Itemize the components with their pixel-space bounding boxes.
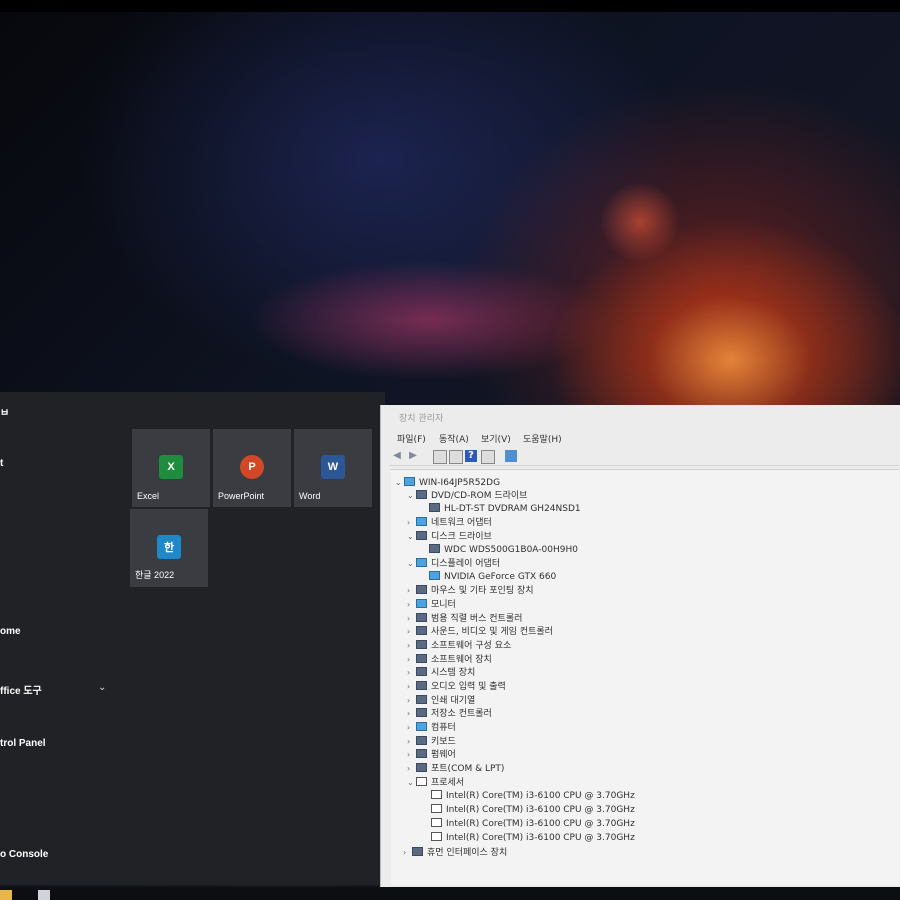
chevron-down-icon[interactable]: ⌄ [98,682,106,693]
tile-powerpoint[interactable]: P PowerPoint [213,429,291,507]
menu-bar: 파일(F) 동작(A) 보기(V) 도움말(H) [381,429,900,445]
tile-label: Excel [137,491,160,501]
tree-node[interactable]: › 사운드, 비디오 및 게임 컨트롤러 [407,625,553,638]
processor-icon [431,818,442,827]
tree-node[interactable]: › 오디오 입력 및 출력 [407,680,506,693]
tree-node[interactable]: › 포트(COM & LPT) [407,762,504,775]
powerpoint-icon: P [240,455,264,479]
tree-node[interactable]: › 컴퓨터 [407,721,456,734]
printer-icon [416,695,427,704]
keyboard-icon [416,736,427,745]
tree-node[interactable]: › 휴먼 인터페이스 장치 [403,846,507,859]
tree-node[interactable]: › 인쇄 대기열 [407,694,475,707]
computer-icon [416,722,427,731]
help-icon[interactable]: ? [465,450,477,462]
tile-hangul[interactable]: 한 한글 2022 [130,509,208,587]
word-icon: W [321,455,345,479]
menu-file[interactable]: 파일(F) [397,432,426,445]
tree-node[interactable]: › 소프트웨어 구성 요소 [407,639,511,652]
tree-node[interactable]: › 범용 직렬 버스 컨트롤러 [407,612,522,625]
tile-word[interactable]: W Word [294,429,372,507]
sound-icon [416,626,427,635]
dvd-drive-icon [416,490,427,499]
menu-action[interactable]: 동작(A) [439,432,469,445]
monitor-scan-icon[interactable] [505,450,517,462]
display-adapter-icon [429,571,440,580]
tile-label: 한글 2022 [135,570,175,580]
tree-node[interactable]: Intel(R) Core(TM) i3-6100 CPU @ 3.70GHz [431,790,635,803]
tree-node[interactable]: › 시스템 장치 [407,666,475,679]
back-arrow-icon[interactable]: ◀ [391,450,403,462]
start-menu: ㅂ t ome ffice 도구 trol Panel o Console X … [0,392,385,885]
firmware-icon [416,749,427,758]
tile-label: PowerPoint [218,491,265,501]
disk-drive-icon [429,544,440,553]
display-adapter-icon [416,558,427,567]
window-title: 장치 관리자 [399,414,444,424]
processor-icon [431,832,442,841]
menu-view[interactable]: 보기(V) [481,432,511,445]
computer-icon [404,477,415,486]
tree-node[interactable]: › 모니터 [407,598,456,611]
processor-icon [416,777,427,786]
tree-node[interactable]: ⌄ 디스크 드라이브 [407,530,492,543]
processor-icon [431,804,442,813]
forward-arrow-icon[interactable]: ▶ [407,450,419,462]
tree-node[interactable]: ⌄ WIN-I64JP5R52DG [395,476,500,489]
taskbar-app-icon[interactable] [38,890,50,900]
tree-node[interactable]: ⌄ DVD/CD-ROM 드라이브 [407,489,527,502]
dvd-drive-icon [429,503,440,512]
storage-controller-icon [416,708,427,717]
tree-view-icon[interactable] [449,450,463,464]
start-list-item-office-tools[interactable]: ffice 도구 [0,682,42,697]
software-component-icon [416,640,427,649]
tree-node[interactable]: NVIDIA GeForce GTX 660 [429,571,556,584]
monitor-bezel [0,0,900,12]
tree-node[interactable]: ⌄ 디스플레이 어댑터 [407,557,500,570]
properties-icon[interactable] [433,450,447,464]
tree-node[interactable]: Intel(R) Core(TM) i3-6100 CPU @ 3.70GHz [431,832,635,845]
port-icon [416,763,427,772]
disk-drive-icon [416,531,427,540]
tree-node[interactable]: Intel(R) Core(TM) i3-6100 CPU @ 3.70GHz [431,818,635,831]
start-list-item-control-panel[interactable]: trol Panel [0,738,46,749]
start-list-item[interactable]: ㅂ [0,404,9,419]
tile-label: Word [299,491,321,501]
tree-node[interactable]: › 네트워크 어댑터 [407,516,492,529]
file-explorer-icon[interactable] [0,890,12,900]
tree-node[interactable]: › 키보드 [407,735,456,748]
system-device-icon [416,667,427,676]
tree-node[interactable]: › 소프트웨어 장치 [407,653,492,666]
monitor-icon [416,599,427,608]
hangul-icon: 한 [157,535,181,559]
hid-icon [412,847,423,856]
mouse-icon [416,585,427,594]
menu-help[interactable]: 도움말(H) [523,432,562,445]
tree-node[interactable]: WDC WDS500G1B0A-00H9H0 [429,544,578,557]
tree-node[interactable]: ⌄ 프로세서 [407,776,464,789]
usb-icon [416,613,427,622]
start-list-item-console[interactable]: o Console [0,849,48,860]
device-manager-window: 장치 관리자 파일(F) 동작(A) 보기(V) 도움말(H) ◀ ▶ ? ⌄ W… [380,405,900,887]
tile-excel[interactable]: X Excel [132,429,210,507]
toolbar: ◀ ▶ ? [389,449,899,466]
tree-node[interactable]: Intel(R) Core(TM) i3-6100 CPU @ 3.70GHz [431,804,635,817]
start-list-item[interactable]: t [0,458,3,469]
software-device-icon [416,654,427,663]
tree-node[interactable]: › 마우스 및 기타 포인팅 장치 [407,584,534,597]
start-list-item-chrome[interactable]: ome [0,626,21,637]
network-adapter-icon [416,517,427,526]
taskbar [0,887,900,900]
tree-node[interactable]: HL-DT-ST DVDRAM GH24NSD1 [429,503,581,516]
tree-node[interactable]: › 저장소 컨트롤러 [407,707,492,720]
device-tree: ⌄ WIN-I64JP5R52DG ⌄ DVD/CD-ROM 드라이브 HL-DT-… [391,469,899,885]
tree-node[interactable]: › 펌웨어 [407,748,456,761]
list-view-icon[interactable] [481,450,495,464]
audio-icon [416,681,427,690]
excel-icon: X [159,455,183,479]
processor-icon [431,790,442,799]
